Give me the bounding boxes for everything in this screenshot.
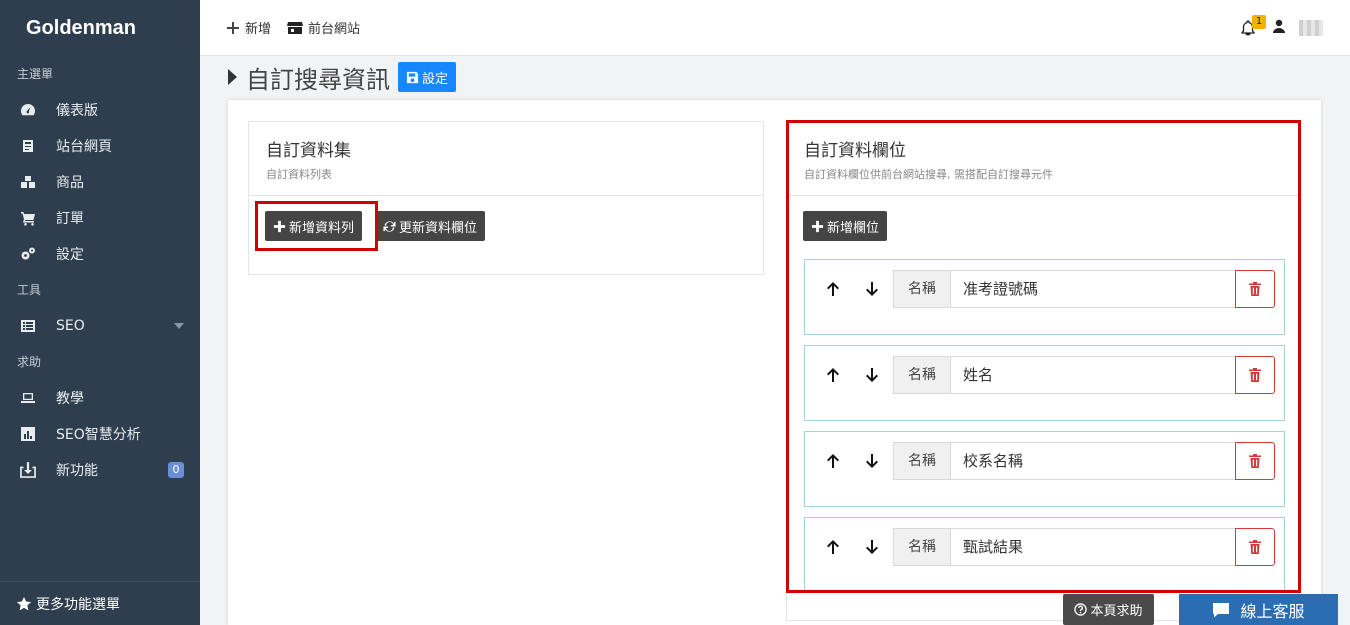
main-panel: 自訂資料集 自訂資料列表 新增資料列 更新資料欄位 自訂資料欄位 自訂資料欄位供… xyxy=(228,100,1321,625)
dataset-card: 自訂資料集 自訂資料列表 新增資料列 更新資料欄位 xyxy=(248,121,764,275)
sidebar-item-label: 站台網頁 xyxy=(56,139,112,155)
laptop-icon xyxy=(18,388,38,408)
highlight-add-row xyxy=(255,201,378,251)
sidebar-item-label: 儀表版 xyxy=(56,103,98,119)
add-new-button[interactable]: 新增 xyxy=(226,18,271,37)
sidebar-item-seo-analysis[interactable]: SEO智慧分析 xyxy=(0,416,200,452)
sidebar-item-products[interactable]: 商品 xyxy=(0,164,200,200)
download-icon xyxy=(18,460,38,480)
dataset-card-title: 自訂資料集 xyxy=(266,141,351,161)
chat-icon xyxy=(1213,602,1230,617)
sidebar: Goldenman 主選單 儀表版 站台網頁 商品 訂單 設定 工具 SEO 求… xyxy=(0,0,200,625)
store-icon xyxy=(287,21,304,34)
more-menu-label: 更多功能選單 xyxy=(36,596,120,613)
top-bar: 新增 前台網站 1 xyxy=(200,0,1350,56)
brand-logo[interactable]: Goldenman xyxy=(0,0,200,56)
page-help-label: 本頁求助 xyxy=(1090,604,1143,619)
dashboard-icon xyxy=(18,100,38,120)
front-site-button[interactable]: 前台網站 xyxy=(287,18,360,37)
chevron-down-icon[interactable] xyxy=(174,323,184,329)
front-site-label: 前台網站 xyxy=(308,22,361,37)
question-circle-icon xyxy=(1074,603,1088,616)
live-chat-label: 線上客服 xyxy=(1240,601,1305,621)
dataset-card-header: 自訂資料集 自訂資料列表 xyxy=(249,122,763,196)
sidebar-item-new-features[interactable]: 新功能 0 xyxy=(0,452,200,488)
page-icon xyxy=(18,136,38,156)
refresh-fields-button[interactable]: 更新資料欄位 xyxy=(375,211,486,241)
gears-icon xyxy=(18,244,38,264)
dataset-card-subtitle: 自訂資料列表 xyxy=(266,168,332,181)
sidebar-item-label: SEO xyxy=(56,318,85,334)
sidebar-item-label: 商品 xyxy=(56,175,84,191)
section-help-label: 求助 xyxy=(17,355,42,369)
save-icon xyxy=(406,71,419,83)
sidebar-item-settings[interactable]: 設定 xyxy=(0,236,200,272)
page-help-button[interactable]: 本頁求助 xyxy=(1063,594,1154,625)
chart-icon xyxy=(18,424,38,444)
sidebar-item-seo[interactable]: SEO xyxy=(0,308,200,344)
sidebar-item-dashboard[interactable]: 儀表版 xyxy=(0,92,200,128)
refresh-icon xyxy=(383,220,396,232)
page-heading: 自訂搜尋資訊 設定 xyxy=(228,60,457,94)
more-menu-button[interactable]: 更多功能選單 xyxy=(0,581,200,625)
notification-badge: 1 xyxy=(1252,15,1266,29)
page-title: 自訂搜尋資訊 xyxy=(246,65,390,94)
cart-icon xyxy=(18,208,38,228)
star-icon xyxy=(17,596,31,610)
caret-right-icon xyxy=(228,69,237,85)
new-features-badge: 0 xyxy=(168,462,184,478)
save-settings-button[interactable]: 設定 xyxy=(398,62,457,92)
sidebar-item-label: 設定 xyxy=(56,247,84,263)
list-icon xyxy=(18,316,38,336)
refresh-fields-label: 更新資料欄位 xyxy=(399,220,478,236)
sidebar-item-label: SEO智慧分析 xyxy=(56,427,141,443)
section-main-label: 主選單 xyxy=(17,67,54,81)
user-icon[interactable] xyxy=(1272,19,1286,33)
live-chat-button[interactable]: 線上客服 xyxy=(1179,594,1338,625)
save-settings-label: 設定 xyxy=(422,71,449,87)
highlight-custom-fields xyxy=(786,120,1301,593)
plus-icon xyxy=(227,21,239,34)
avatar[interactable] xyxy=(1299,20,1323,36)
section-tools-label: 工具 xyxy=(17,283,42,297)
add-new-label: 新增 xyxy=(245,22,272,37)
sidebar-item-label: 教學 xyxy=(56,391,84,407)
sidebar-item-tutorial[interactable]: 教學 xyxy=(0,380,200,416)
sidebar-item-label: 新功能 xyxy=(56,463,98,479)
boxes-icon xyxy=(18,172,38,192)
sidebar-item-orders[interactable]: 訂單 xyxy=(0,200,200,236)
sidebar-item-label: 訂單 xyxy=(56,211,84,227)
sidebar-item-site-pages[interactable]: 站台網頁 xyxy=(0,128,200,164)
